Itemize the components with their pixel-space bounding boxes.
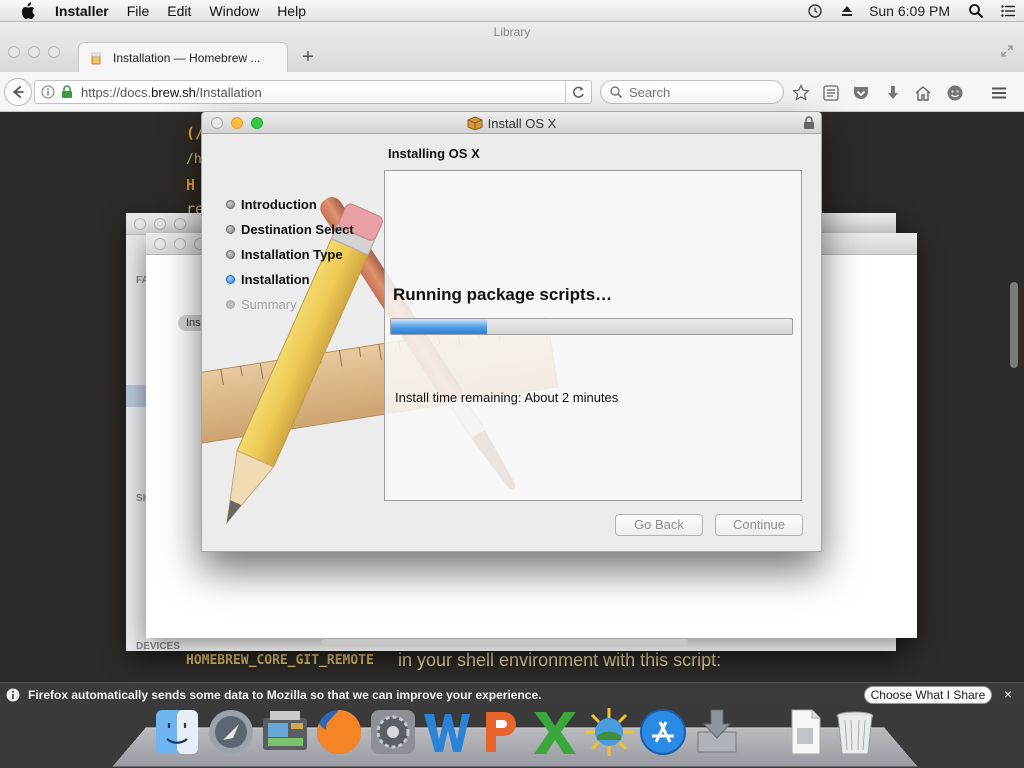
step-bullet-icon: [226, 200, 235, 209]
firefox-window-title: Library: [493, 25, 531, 39]
trash-icon[interactable]: [830, 706, 880, 758]
installer-icon[interactable]: [692, 706, 742, 758]
hello-chat-icon[interactable]: [946, 84, 964, 102]
tab-label: Installation — Homebrew ...: [113, 50, 261, 65]
install-status-text: Running package scripts…: [393, 285, 613, 304]
new-tab-button[interactable]: +: [298, 46, 318, 68]
continue-button[interactable]: Continue: [715, 514, 803, 536]
menu-help[interactable]: Help: [268, 3, 315, 19]
install-progress-bar: [390, 318, 793, 335]
step-bullet-icon: [226, 225, 235, 234]
app-store-icon[interactable]: [638, 706, 688, 758]
eject-icon[interactable]: [839, 3, 855, 19]
search-bar[interactable]: [600, 80, 784, 104]
finder-scrollbar[interactable]: [322, 639, 688, 645]
menu-window[interactable]: Window: [200, 3, 268, 19]
package-icon: [467, 116, 483, 130]
sidebar-devices-label: DEVICES: [136, 641, 180, 652]
finder-icon[interactable]: [152, 706, 202, 758]
bookmark-star-icon[interactable]: [792, 84, 810, 102]
fullscreen-icon[interactable]: [1000, 44, 1014, 58]
step-installation-type: Installation Type: [226, 242, 354, 267]
apple-icon[interactable]: [18, 1, 36, 20]
launchpad-icon[interactable]: [206, 706, 256, 758]
menu-file[interactable]: File: [118, 3, 159, 19]
search-icon: [610, 86, 623, 99]
firefox-window-controls: [8, 46, 68, 58]
tab-homebrew-installation[interactable]: Installation — Homebrew ...: [78, 42, 288, 72]
step-introduction: Introduction: [226, 192, 354, 217]
installer-heading: Installing OS X: [388, 146, 480, 161]
word-icon[interactable]: [422, 706, 472, 758]
installer-window-title: Install OS X: [487, 115, 557, 131]
zoom-window-button[interactable]: [48, 46, 60, 58]
close-window-button[interactable]: [8, 46, 20, 58]
notification-center-icon[interactable]: [1000, 3, 1016, 19]
menubar-clock[interactable]: Sun 6:09 PM: [869, 3, 950, 19]
home-icon[interactable]: [914, 84, 932, 102]
page-heading-fragment: H: [186, 176, 196, 194]
document-icon[interactable]: [780, 706, 830, 758]
page-code-line: /h: [186, 152, 202, 167]
lock-icon[interactable]: [803, 116, 815, 130]
url-bar[interactable]: https://docs.brew.sh/Installation: [34, 80, 592, 104]
step-bullet-icon: [226, 300, 235, 309]
installer-content-panel: Running package scripts… Install time re…: [384, 170, 802, 501]
firefox-icon[interactable]: [314, 706, 364, 758]
installer-steps: Introduction Destination Select Installa…: [226, 192, 354, 317]
firefox-nav-bar: https://docs.brew.sh/Installation: [0, 72, 1024, 112]
secure-lock-icon: [62, 85, 72, 98]
firefox-tab-bar: Library Installation — Homebrew ... +: [0, 22, 1024, 72]
search-input[interactable]: [629, 84, 769, 100]
powerpoint-icon[interactable]: [476, 706, 526, 758]
step-summary: Summary: [226, 292, 354, 317]
notification-close-button[interactable]: ×: [1004, 686, 1012, 702]
reload-icon[interactable]: [565, 81, 591, 103]
page-scrollbar[interactable]: [1010, 282, 1018, 368]
homebrew-favicon-icon: [91, 52, 101, 64]
back-button[interactable]: [4, 78, 32, 106]
downloads-icon[interactable]: [884, 84, 902, 102]
iphoto-icon[interactable]: [584, 706, 634, 758]
pocket-icon[interactable]: [852, 84, 870, 102]
step-destination-select: Destination Select: [226, 217, 354, 242]
notification-text: Firefox automatically sends some data to…: [28, 687, 542, 702]
dock: [112, 706, 918, 768]
install-time-remaining: Install time remaining: About 2 minutes: [395, 390, 619, 405]
image-capture-icon[interactable]: [260, 706, 310, 758]
reading-list-icon[interactable]: [822, 84, 840, 102]
menu-edit[interactable]: Edit: [158, 3, 200, 19]
page-body-text: in your shell environment with this scri…: [398, 650, 722, 670]
choose-what-i-share-button[interactable]: Choose What I Share: [864, 686, 992, 704]
url-text: https://docs.brew.sh/Installation: [81, 84, 262, 100]
time-machine-icon[interactable]: [807, 3, 823, 19]
system-preferences-icon[interactable]: [368, 706, 418, 758]
menu-bar: Installer File Edit Window Help Sun 6:09…: [0, 0, 1024, 22]
step-installation: Installation: [226, 267, 354, 292]
installer-window: Install OS X Installing OS X Introductio…: [201, 111, 822, 552]
installer-title: Install OS X: [202, 112, 821, 134]
install-progress-fill: [391, 319, 488, 334]
page-env-var-code: HOMEBREW_CORE_GIT_REMOTE: [186, 653, 374, 668]
spotlight-icon[interactable]: [968, 3, 984, 19]
minimize-window-button[interactable]: [28, 46, 40, 58]
step-current-bullet-icon: [226, 275, 235, 284]
site-info-icon[interactable]: [41, 85, 55, 99]
installer-title-bar: Install OS X: [202, 112, 821, 134]
excel-icon[interactable]: [530, 706, 580, 758]
firefox-notification-bar: Firefox automatically sends some data to…: [0, 682, 1024, 706]
hamburger-menu-icon[interactable]: [990, 84, 1008, 102]
menu-app-name[interactable]: Installer: [46, 3, 118, 19]
step-bullet-icon: [226, 250, 235, 259]
finder-sidebar: FA SH DEVICES: [126, 235, 180, 652]
info-icon: [6, 688, 20, 701]
go-back-button[interactable]: Go Back: [615, 514, 703, 536]
